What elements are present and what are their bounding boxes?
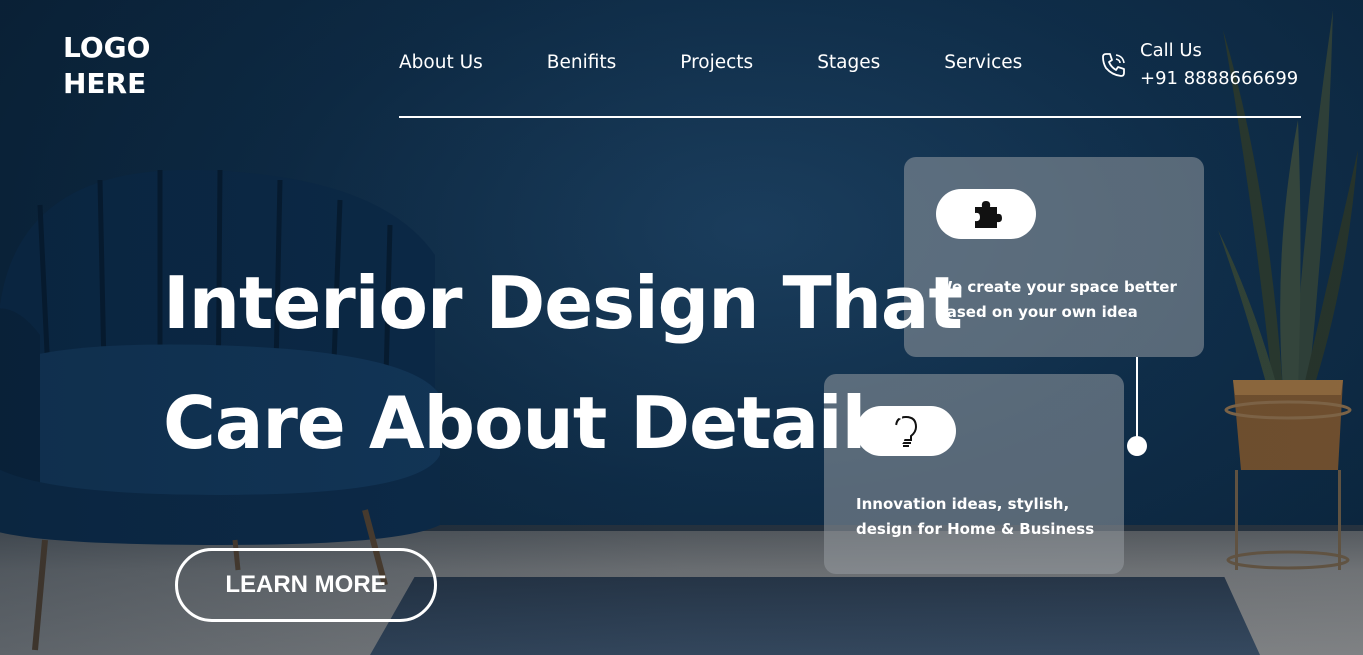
main-nav: About Us Benifits Projects Stages Servic… bbox=[399, 52, 1086, 73]
hero-headline: Interior Design That Care About Details bbox=[163, 243, 963, 483]
logo[interactable]: LOGO HERE bbox=[63, 30, 150, 102]
feature-icon-pill bbox=[936, 189, 1036, 239]
nav-item-projects[interactable]: Projects bbox=[680, 52, 753, 73]
learn-more-button[interactable]: LEARN MORE bbox=[175, 548, 437, 622]
nav-item-benifits[interactable]: Benifits bbox=[547, 52, 616, 73]
nav-divider bbox=[399, 116, 1301, 118]
logo-line-2: HERE bbox=[63, 67, 147, 100]
hero-section: LOGO HERE About Us Benifits Projects Sta… bbox=[0, 0, 1363, 655]
call-number[interactable]: +91 8888666699 bbox=[1140, 65, 1298, 93]
logo-line-1: LOGO bbox=[63, 31, 151, 64]
call-label: Call Us bbox=[1140, 40, 1202, 61]
nav-item-services[interactable]: Services bbox=[944, 52, 1022, 73]
headline-line-1: Interior Design That bbox=[163, 261, 963, 345]
card-connector-line bbox=[1136, 357, 1138, 443]
call-us[interactable]: Call Us +91 8888666699 bbox=[1100, 37, 1298, 93]
headline-line-2: Care About Details bbox=[163, 381, 908, 465]
nav-item-about-us[interactable]: About Us bbox=[399, 52, 483, 73]
card-connector-dot bbox=[1127, 436, 1147, 456]
puzzle-icon bbox=[975, 201, 1002, 228]
feature-text-idea: We create your space better based on you… bbox=[936, 278, 1177, 321]
feature-text-innovation: Innovation ideas, stylish, design for Ho… bbox=[856, 495, 1095, 538]
nav-item-stages[interactable]: Stages bbox=[817, 52, 880, 73]
phone-icon bbox=[1102, 53, 1125, 77]
